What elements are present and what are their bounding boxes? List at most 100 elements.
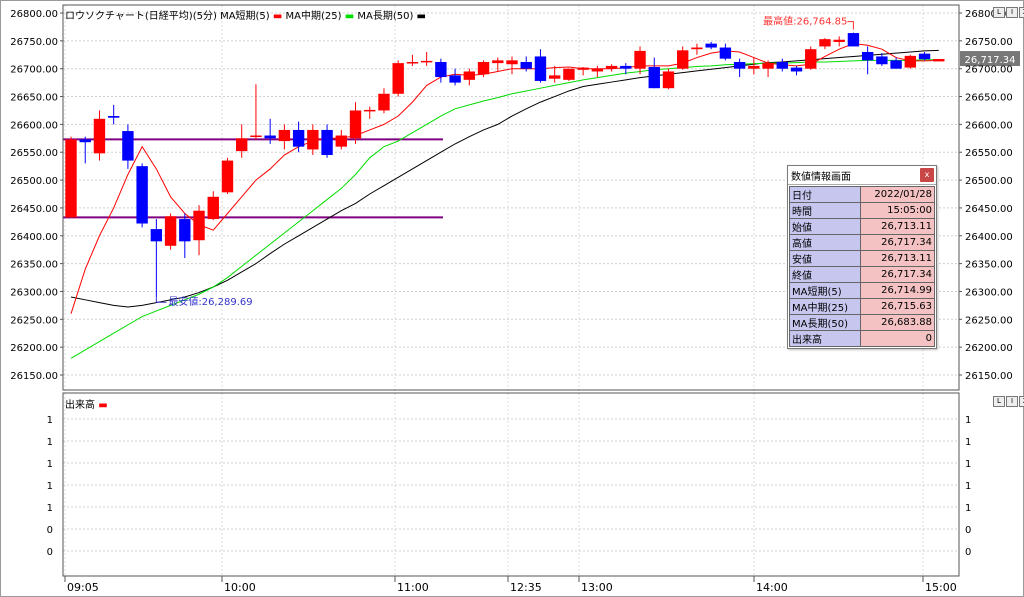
low-label: 最安値:26,289.69 [168,295,252,308]
info-row: 高値 26,717.34 [789,234,935,251]
candle-body [819,39,831,47]
info-key: 日付 [789,186,861,203]
candle-body [136,166,148,224]
info-row: 終値 26,717.34 [789,266,935,283]
chart-title: ロウソクチャート(日経平均)(5分) [65,11,217,22]
candle-body [691,47,703,50]
info-row: MA短期(5) 26,714.99 [789,282,935,299]
candle-body [250,135,262,138]
info-key: 出来高 [789,330,861,347]
candle-body [591,68,604,72]
volume-tick-right: 0 [965,525,971,536]
y-tick-left: 26600.00 [10,120,58,131]
candle-body [861,51,874,61]
y-tick-right: 26450.00 [965,204,1013,215]
candle-body [179,219,191,242]
candle-body [221,160,234,193]
candle-body [321,129,333,156]
y-tick-right: 26200.00 [965,343,1013,354]
y-tick-right: 26150.00 [965,371,1013,382]
y-tick-left: 26500.00 [10,176,58,187]
info-panel-title: 数値情報画面 [791,171,851,183]
legend-ma-long: MA長期(50) ▬ [357,11,426,22]
candle-body [677,50,689,69]
info-close-button[interactable]: x [920,168,934,182]
info-value: 15:05:00 [860,202,935,219]
candle-body [520,62,532,69]
price-panel-title: ロウソクチャート(日経平均)(5分) MA短期(5) ▬ MA中期(25) ▬ … [65,7,426,22]
candle-body [207,196,219,220]
info-value: 26,683.88 [860,314,935,331]
candle-body [93,118,106,154]
high-arrow [847,21,854,30]
volume-log-button[interactable]: L [993,396,1005,407]
volume-panel-title: 出来高 ▬ [65,400,108,411]
panel-close-button[interactable]: X [1019,7,1024,18]
info-key: MA短期(5) [789,282,861,299]
y-tick-right: 26500.00 [965,176,1013,187]
volume-close-button[interactable]: X [1019,396,1024,407]
volume-tick-left: 1 [47,415,53,426]
info-value: 26,717.34 [860,234,935,251]
candle-body [492,60,504,64]
candle-body [477,62,490,75]
candle-body [435,62,447,78]
candle-body [65,139,77,218]
volume-tick-left: 0 [47,547,53,558]
candle-body [577,67,589,70]
volume-tick-right: 1 [965,459,971,470]
y-tick-right: 26600.00 [965,120,1013,131]
info-value: 26,713.11 [860,250,935,267]
y-tick-left: 26800.00 [10,9,58,20]
y-tick-right: 26250.00 [965,315,1013,326]
candle-body [563,68,575,80]
info-row: MA中期(25) 26,715.63 [789,298,935,315]
candle-body [506,60,518,65]
volume-tick-left: 1 [47,459,53,470]
candle-body [164,216,177,246]
candle-body [876,56,888,65]
candle-body [150,229,163,242]
time-label: 10:00 [224,581,256,594]
candle-body [776,62,788,69]
y-tick-left: 26450.00 [10,204,58,215]
numeric-info-panel[interactable]: 数値情報画面 x 日付 2022/01/28 時間 15:05:00 始値 26,713.… [787,165,937,349]
candle-body [890,60,902,69]
candle-body [534,56,547,81]
volume-tick-right: 1 [965,437,971,448]
candle-body [762,63,774,69]
info-value: 26,717.34 [860,266,935,283]
info-key: 安値 [789,250,861,267]
chart-window: 最高値:26,764.85 最安値:26,289.69 26,717.34 2680… [0,0,1024,597]
time-label: 14:00 [756,581,788,594]
candle-body [449,75,461,83]
y-tick-left: 26650.00 [10,93,58,104]
y-tick-right: 26400.00 [965,232,1013,243]
high-label: 最高値:26,764.85 [763,15,847,28]
volume-tick-left: 0 [47,525,53,536]
volume-indicator-button[interactable]: I [1006,396,1018,407]
candle-body [833,39,845,42]
y-tick-left: 26300.00 [10,287,58,298]
candle-body [904,55,917,68]
volume-tick-left: 1 [47,481,53,492]
y-tick-left: 26550.00 [10,148,58,159]
candle-body [307,129,319,150]
panel-indicator-button[interactable]: I [1006,7,1018,18]
volume-tick-right: 1 [965,415,971,426]
candle-body [733,62,746,69]
time-label: 11:00 [397,581,429,594]
info-panel-header[interactable]: 数値情報画面 x [788,166,936,185]
y-tick-left: 26700.00 [10,65,58,76]
candle-body [335,135,347,147]
candle-body [548,75,561,79]
price-panel-controls: L I X [993,7,1024,18]
volume-tick-left: 1 [47,503,53,514]
info-table: 日付 2022/01/28 時間 15:05:00 始値 26,713.11 高値 26,71… [789,186,935,347]
y-tick-left: 26150.00 [10,371,58,382]
candle-body [364,109,376,112]
candle-body [193,210,205,241]
info-key: 始値 [789,218,861,235]
panel-log-button[interactable]: L [993,7,1005,18]
y-tick-left: 26400.00 [10,232,58,243]
